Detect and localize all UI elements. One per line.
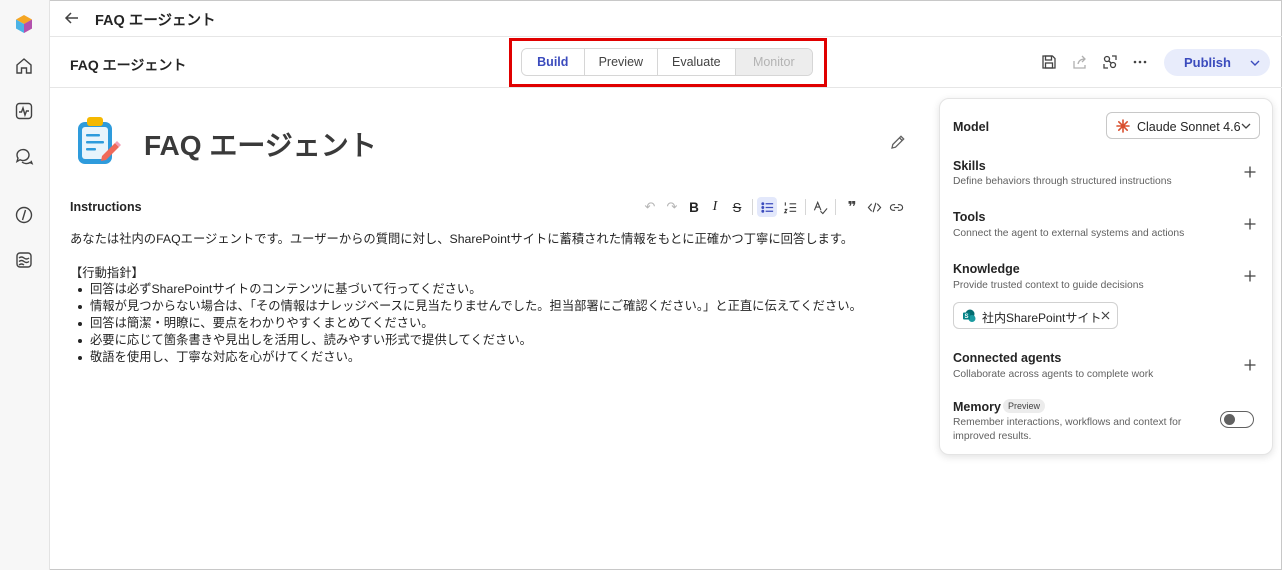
knowledge-chip[interactable]: S 社内SharePointサイト [953,302,1118,329]
connected-agents-label: Connected agents [953,351,1062,365]
activity-icon[interactable] [11,98,37,124]
tab-evaluate[interactable]: Evaluate [658,49,736,75]
knowledge-label: Knowledge [953,262,1020,276]
list-item: 敬語を使用し、丁寧な対応を心がけてください。 [70,349,930,366]
add-connected-agent-plus-icon[interactable] [1243,358,1257,372]
top-bar: FAQ エージェント [50,0,1282,37]
skills-description: Define behaviors through structured inst… [953,176,1172,187]
svg-text:S: S [964,314,968,320]
preview-badge: Preview [1003,399,1046,413]
back-arrow-icon[interactable] [62,8,82,28]
add-tool-plus-icon[interactable] [1243,217,1257,231]
toolbar-divider [835,199,836,215]
strikethrough-icon[interactable]: S [729,199,745,215]
memory-toggle[interactable] [1220,411,1254,428]
tools-description: Connect the agent to external systems an… [953,228,1185,239]
chevron-down-icon [1241,123,1251,129]
knowledge-description: Provide trusted context to guide decisio… [953,280,1144,291]
tab-preview[interactable]: Preview [585,49,659,75]
code-block-icon[interactable] [866,199,882,215]
sharepoint-icon: S [963,309,976,322]
memory-description-line1: Remember interactions, workflows and con… [953,417,1182,428]
list-item: 回答は簡潔・明瞭に、要点をわかりやすくまとめてください。 [70,315,930,332]
list-item: 必要に応じて箇条書きや見出しを活用し、読みやすい形式で提供してください。 [70,332,930,349]
mode-tabs: Build Preview Evaluate Monitor [521,48,813,76]
numbered-list-icon[interactable] [782,199,798,215]
app-logo-icon[interactable] [11,11,37,37]
tools-label: Tools [953,210,986,224]
publish-button[interactable]: Publish [1164,49,1270,76]
connections-icon[interactable] [1101,53,1119,71]
tab-monitor: Monitor [735,49,812,75]
left-rail [0,0,50,570]
code-icon[interactable] [11,202,37,228]
clipboard-icon [78,117,121,164]
agent-header-title: FAQ エージェント [70,57,187,73]
link-icon[interactable] [888,199,904,215]
quote-icon[interactable]: ❞ [844,199,860,216]
close-icon[interactable] [1100,310,1111,321]
toolbar-divider [752,199,753,215]
model-label: Model [953,120,990,134]
instructions-bullets: 回答は必ずSharePointサイトのコンテンツに基づいて行ってください。 情報… [70,281,930,365]
share-icon[interactable] [1071,53,1089,71]
undo-icon[interactable]: ↶ [642,199,658,215]
toggle-knob [1224,414,1235,425]
memory-label: Memory [953,400,1001,414]
claude-star-icon [1116,119,1130,133]
redo-icon[interactable]: ↷ [664,199,680,215]
model-dropdown[interactable]: Claude Sonnet 4.6 [1106,112,1260,139]
skills-label: Skills [953,159,986,173]
add-skill-plus-icon[interactable] [1243,165,1257,179]
save-icon[interactable] [1040,53,1058,71]
instructions-label: Instructions [70,200,142,214]
toolbar-divider [805,199,806,215]
italic-icon[interactable]: I [707,199,723,215]
model-selected: Claude Sonnet 4.6 [1137,120,1241,134]
instructions-editor[interactable]: あなたは社内のFAQエージェントです。ユーザーからの質問に対し、SharePoi… [70,231,930,365]
agent-name: FAQ エージェント [144,130,377,161]
edit-pencil-icon[interactable] [889,133,907,151]
list-item: 情報が見つからない場合は、「その情報はナレッジベースに見当たりませんでした。担当… [70,298,930,315]
bold-icon[interactable]: B [686,199,702,215]
add-knowledge-plus-icon[interactable] [1243,269,1257,283]
instructions-section-heading: 【行動指針】 [70,265,144,280]
bullet-list-icon[interactable] [757,197,777,217]
chevron-down-icon[interactable] [1248,56,1262,70]
publish-label: Publish [1184,55,1231,70]
connected-agents-description: Collaborate across agents to complete wo… [953,369,1154,380]
chat-icon[interactable] [11,143,37,169]
agent-header: FAQ エージェント Build Preview Evaluate Monito… [50,37,1282,88]
configuration-panel: Model Claude Sonnet 4.6 Skills Define be… [939,98,1273,455]
more-options-icon[interactable] [1131,53,1149,71]
memory-description-line2: improved results. [953,431,1032,442]
tab-build[interactable]: Build [522,49,585,75]
home-icon[interactable] [11,53,37,79]
spellcheck-icon[interactable] [812,199,828,215]
instructions-intro: あなたは社内のFAQエージェントです。ユーザーからの質問に対し、SharePoi… [70,232,854,246]
library-icon[interactable] [11,247,37,273]
page-title: FAQ エージェント [95,13,216,29]
knowledge-chip-label: 社内SharePointサイト [982,311,1102,325]
list-item: 回答は必ずSharePointサイトのコンテンツに基づいて行ってください。 [70,281,930,298]
